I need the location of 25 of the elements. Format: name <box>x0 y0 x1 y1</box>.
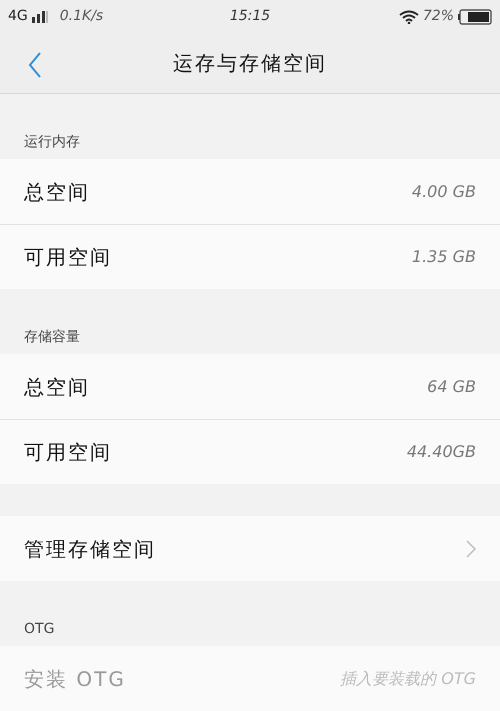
row-value: 44.40GB <box>406 441 476 463</box>
battery-percent: 72% <box>422 7 454 26</box>
clock: 15:15 <box>230 7 270 26</box>
battery-icon <box>458 8 492 25</box>
row-label: 可用空间 <box>24 244 112 271</box>
row-label: 管理存储空间 <box>24 536 156 562</box>
row-label: 总空间 <box>24 374 90 400</box>
wifi-icon <box>398 10 419 24</box>
section-header: 存储容量 <box>24 328 80 347</box>
signal-icon <box>32 10 48 23</box>
network-type: 4G <box>8 7 28 26</box>
chevron-right-icon <box>466 540 476 558</box>
page-title: 运存与存储空间 <box>173 50 327 78</box>
row-value: 64 GB <box>427 376 476 398</box>
row-value: 1.35 GB <box>412 246 476 268</box>
network-speed: 0.1K/s <box>60 7 104 26</box>
row-label: 总空间 <box>24 178 90 206</box>
section-header: 运行内存 <box>24 133 80 152</box>
row-value: 4.00 GB <box>412 180 476 202</box>
section-header: OTG <box>24 620 54 639</box>
settings-row[interactable]: 管理存储空间 <box>0 516 500 581</box>
row-value: 插入要装载的 OTG <box>340 668 476 690</box>
back-icon <box>28 52 42 78</box>
row-label: 可用空间 <box>24 439 112 466</box>
row-label: 安装 OTG <box>24 666 126 692</box>
